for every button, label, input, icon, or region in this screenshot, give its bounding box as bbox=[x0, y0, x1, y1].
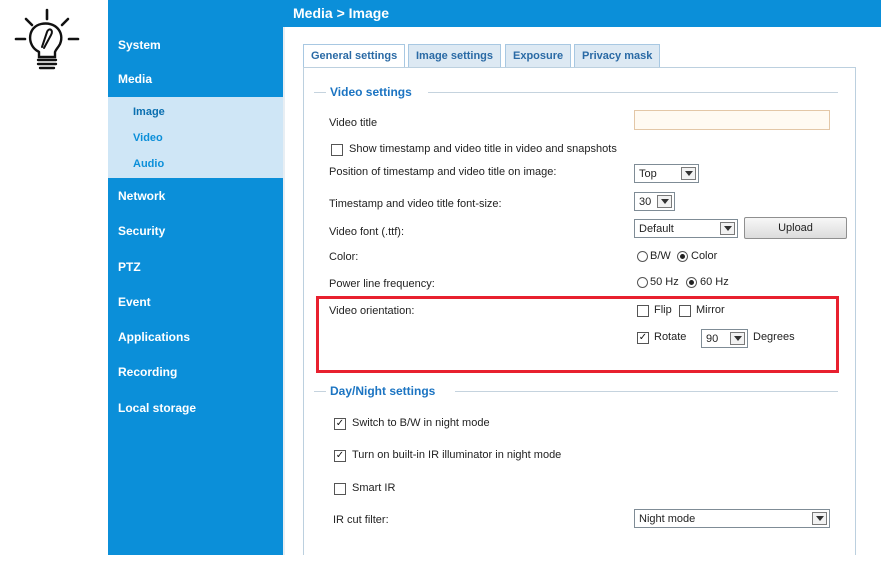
color-bw-label: B/W bbox=[650, 250, 671, 262]
upload-button[interactable]: Upload bbox=[744, 217, 847, 239]
content-divider bbox=[283, 27, 285, 555]
sidebar-item-media[interactable]: Media bbox=[118, 72, 152, 86]
show-timestamp-label: Show timestamp and video title in video … bbox=[349, 143, 617, 155]
power-60hz-radio[interactable] bbox=[686, 277, 697, 288]
chevron-down-icon bbox=[681, 167, 696, 180]
media-submenu: Image Video Audio bbox=[108, 97, 283, 178]
video-font-select-value: Default bbox=[639, 223, 674, 235]
tab-exposure[interactable]: Exposure bbox=[505, 44, 572, 68]
sidebar-item-recording[interactable]: Recording bbox=[118, 365, 177, 379]
ir-cut-select-value: Night mode bbox=[639, 513, 696, 525]
power-50hz-label: 50 Hz bbox=[650, 276, 679, 288]
video-font-select[interactable]: Default bbox=[634, 219, 738, 238]
video-title-input[interactable] bbox=[634, 110, 830, 130]
sidebar-item-ptz[interactable]: PTZ bbox=[118, 260, 141, 274]
section-divider bbox=[314, 92, 326, 93]
chevron-down-icon bbox=[720, 222, 735, 235]
ir-illuminator-checkbox[interactable]: ✓ bbox=[334, 450, 346, 462]
color-color-radio[interactable] bbox=[677, 251, 688, 262]
tab-privacy-mask[interactable]: Privacy mask bbox=[574, 44, 661, 68]
ir-cut-filter-label: IR cut filter: bbox=[333, 514, 389, 526]
power-60hz-label: 60 Hz bbox=[700, 276, 729, 288]
sidebar-item-local-storage[interactable]: Local storage bbox=[118, 401, 196, 415]
breadcrumb: Media > Image bbox=[283, 0, 881, 27]
position-label: Position of timestamp and video title on… bbox=[329, 166, 557, 178]
video-title-label: Video title bbox=[329, 117, 378, 129]
show-timestamp-checkbox[interactable] bbox=[331, 144, 343, 156]
tab-general-settings[interactable]: General settings bbox=[303, 44, 406, 69]
submenu-item-video[interactable]: Video bbox=[133, 132, 163, 144]
position-select[interactable]: Top bbox=[634, 164, 699, 183]
tab-image-settings[interactable]: Image settings bbox=[408, 44, 502, 68]
power-line-label: Power line frequency: bbox=[329, 278, 435, 290]
day-night-settings-title: Day/Night settings bbox=[326, 384, 440, 398]
video-settings-title: Video settings bbox=[326, 85, 416, 99]
sidebar-item-network[interactable]: Network bbox=[118, 189, 165, 203]
color-label: Color: bbox=[329, 251, 359, 263]
sidebar-item-system[interactable]: System bbox=[118, 38, 161, 52]
sidebar-item-security[interactable]: Security bbox=[118, 224, 165, 238]
lightbulb-tip-icon bbox=[14, 8, 80, 70]
font-size-label: Timestamp and video title font-size: bbox=[329, 198, 502, 210]
submenu-item-image[interactable]: Image bbox=[133, 106, 165, 118]
sidebar-item-event[interactable]: Event bbox=[118, 295, 151, 309]
sidebar: System Media Image Video Audio Network S… bbox=[108, 0, 283, 555]
position-select-value: Top bbox=[639, 168, 657, 180]
chevron-down-icon bbox=[812, 512, 827, 525]
video-font-label: Video font (.ttf): bbox=[329, 226, 405, 238]
smart-ir-checkbox[interactable] bbox=[334, 483, 346, 495]
switch-bw-checkbox[interactable]: ✓ bbox=[334, 418, 346, 430]
ir-illuminator-label: Turn on built-in IR illuminator in night… bbox=[352, 449, 562, 461]
ir-cut-filter-select[interactable]: Night mode bbox=[634, 509, 830, 528]
font-size-select[interactable]: 30 bbox=[634, 192, 675, 211]
orientation-highlight-box bbox=[316, 296, 839, 373]
font-size-select-value: 30 bbox=[639, 196, 652, 208]
section-divider bbox=[314, 391, 326, 392]
section-divider bbox=[455, 391, 838, 392]
color-color-label: Color bbox=[691, 250, 718, 262]
submenu-item-audio[interactable]: Audio bbox=[133, 158, 164, 170]
switch-bw-label: Switch to B/W in night mode bbox=[352, 417, 490, 429]
smart-ir-label: Smart IR bbox=[352, 482, 396, 494]
chevron-down-icon bbox=[657, 195, 672, 208]
sidebar-item-applications[interactable]: Applications bbox=[118, 330, 190, 344]
section-divider bbox=[428, 92, 838, 93]
color-bw-radio[interactable] bbox=[637, 251, 648, 262]
power-50hz-radio[interactable] bbox=[637, 277, 648, 288]
